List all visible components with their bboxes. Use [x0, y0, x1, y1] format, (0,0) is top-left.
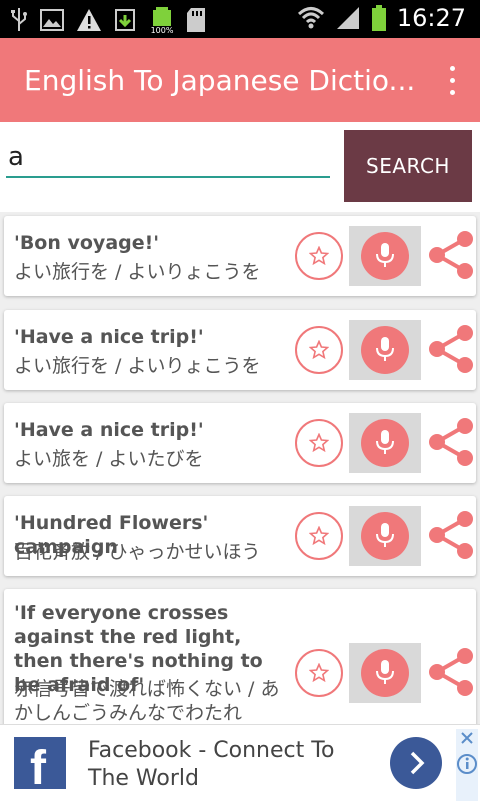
share-icon[interactable] — [428, 417, 474, 467]
japanese-translation: よい旅行を / よいりょこうを — [14, 355, 261, 377]
english-term: 'Bon voyage!' — [14, 232, 160, 254]
japanese-translation: 百花斉放 / ひゃっかせいほう — [14, 541, 261, 563]
speak-button[interactable] — [349, 320, 421, 380]
info-icon — [457, 754, 477, 774]
search-input[interactable] — [6, 138, 330, 178]
share-icon[interactable] — [428, 510, 474, 560]
signal-icon — [336, 7, 359, 29]
star-icon — [309, 663, 329, 683]
share-icon[interactable] — [428, 230, 474, 280]
ad-text: Facebook - Connect To The World — [88, 738, 335, 791]
star-icon — [309, 246, 329, 266]
search-button[interactable]: SEARCH — [344, 130, 472, 202]
japanese-translation: 赤信号皆で渡れば怖くない / あかしんごうみんなでわたれ — [14, 678, 280, 724]
battery-percent-label: 100% — [151, 26, 174, 34]
ad-info-button[interactable] — [456, 729, 478, 801]
list-item[interactable]: 'Hundred Flowers' campaign 百花斉放 / ひゃっかせい… — [4, 496, 476, 576]
favorite-button[interactable] — [295, 326, 343, 374]
image-icon — [40, 9, 64, 31]
english-term: 'Have a nice trip!' — [14, 419, 204, 441]
battery-full-icon: 100% — [151, 7, 174, 34]
battery-icon — [371, 5, 386, 31]
microphone-icon — [376, 523, 394, 547]
usb-icon — [11, 8, 27, 31]
close-icon — [461, 732, 473, 744]
star-icon — [309, 433, 329, 453]
favorite-button[interactable] — [295, 232, 343, 280]
mic-button-circle — [361, 419, 409, 467]
clock: 16:27 — [396, 4, 466, 32]
mic-button-circle — [361, 326, 409, 374]
microphone-icon — [376, 430, 394, 454]
star-icon — [309, 340, 329, 360]
app-title: English To Japanese Dictio... — [24, 64, 416, 97]
mic-button-circle — [361, 649, 409, 697]
favorite-button[interactable] — [295, 649, 343, 697]
status-bar: 100% 16:27 — [0, 0, 480, 38]
facebook-logo-letter: f — [30, 742, 46, 795]
microphone-icon — [376, 337, 394, 361]
list-item[interactable]: 'Have a nice trip!' よい旅を / よいたびを — [4, 403, 476, 483]
japanese-translation: よい旅行を / よいりょこうを — [14, 261, 261, 283]
sd-card-icon — [187, 8, 205, 32]
speak-button[interactable] — [349, 506, 421, 566]
share-icon[interactable] — [428, 647, 474, 697]
share-icon[interactable] — [428, 324, 474, 374]
warning-icon — [77, 9, 101, 31]
app-bar: English To Japanese Dictio... — [0, 38, 480, 122]
list-item[interactable]: 'If everyone crosses against the red lig… — [4, 589, 476, 729]
star-icon — [309, 526, 329, 546]
english-term: 'Have a nice trip!' — [14, 326, 204, 348]
facebook-logo-icon: f — [14, 737, 66, 795]
list-item[interactable]: 'Have a nice trip!' よい旅行を / よいりょこうを — [4, 310, 476, 390]
list-item[interactable]: 'Bon voyage!' よい旅行を / よいりょこうを — [4, 216, 476, 296]
speak-button[interactable] — [349, 643, 421, 703]
favorite-button[interactable] — [295, 512, 343, 560]
mic-button-circle — [361, 232, 409, 280]
speak-button[interactable] — [349, 226, 421, 286]
wifi-icon — [297, 7, 324, 29]
favorite-button[interactable] — [295, 419, 343, 467]
download-icon — [115, 9, 135, 31]
chevron-right-icon — [410, 751, 425, 775]
overflow-menu-icon[interactable] — [446, 66, 458, 96]
ad-banner[interactable]: f Facebook - Connect To The World — [0, 724, 480, 801]
microphone-icon — [376, 660, 394, 684]
mic-button-circle — [361, 512, 409, 560]
japanese-translation: よい旅を / よいたびを — [14, 448, 204, 470]
ad-open-button[interactable] — [390, 737, 442, 789]
speak-button[interactable] — [349, 413, 421, 473]
microphone-icon — [376, 243, 394, 267]
